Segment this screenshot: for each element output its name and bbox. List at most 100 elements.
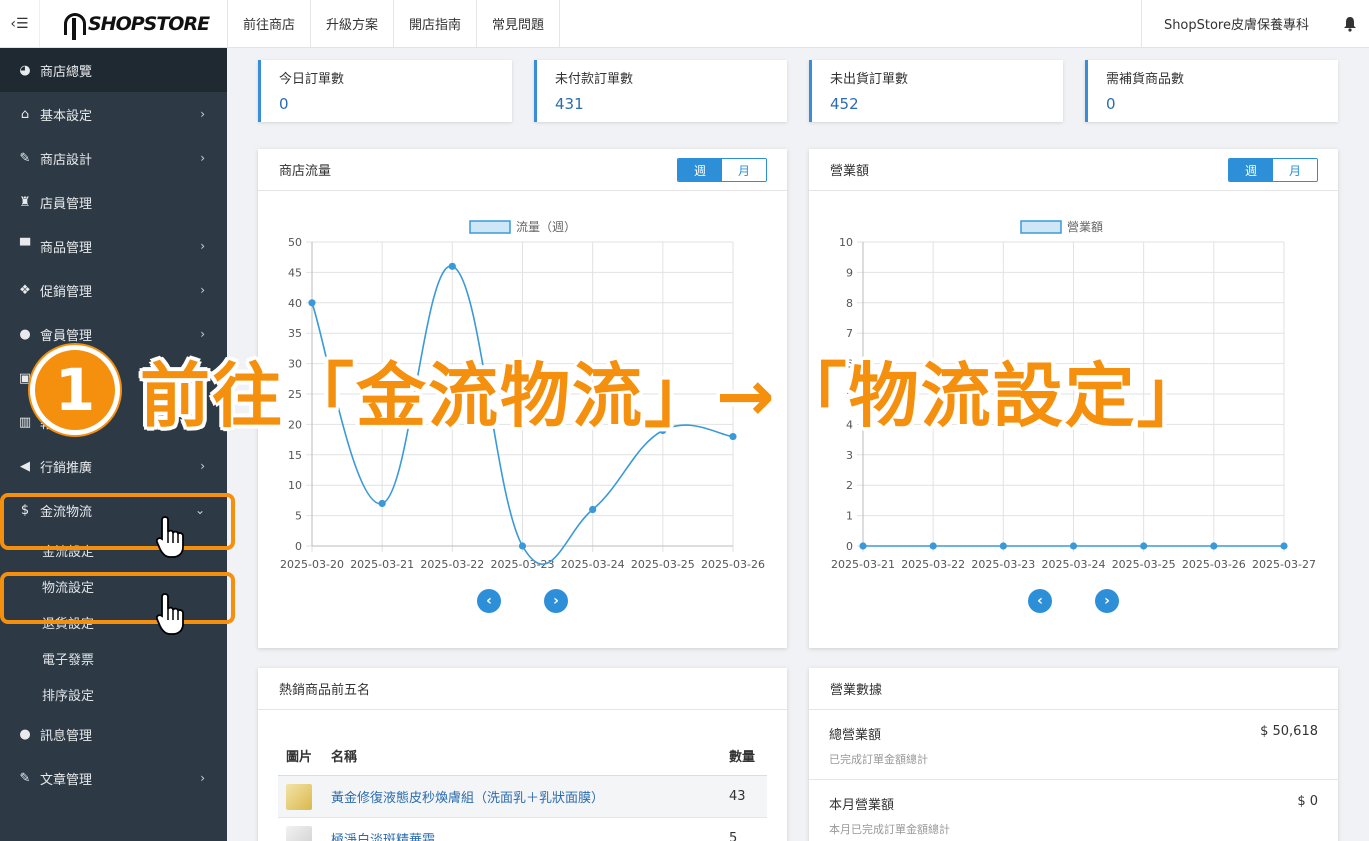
- sales-total-row: 總營業額 已完成訂單金額總計 $ 50,618: [809, 724, 1338, 780]
- x-tick-label: 2025-03-21: [350, 558, 414, 571]
- panel-header: 營業數據: [809, 668, 1338, 710]
- x-tick-label: 2025-03-22: [901, 558, 965, 571]
- sidebar-item-label: 商品管理: [40, 240, 93, 256]
- sidebar-item-9[interactable]: ◀ 行銷推廣 ›: [0, 444, 227, 488]
- sidebar-subitem-3[interactable]: 電子發票: [0, 640, 227, 676]
- y-tick-label: 9: [846, 266, 853, 279]
- product-qty: 5: [729, 831, 738, 841]
- data-point: [1210, 542, 1218, 550]
- y-tick-label: 2: [846, 479, 853, 492]
- sales-row-value: $ 50,618: [1260, 724, 1318, 739]
- chart-next-button[interactable]: ›: [1095, 589, 1119, 613]
- chevron-icon: ›: [200, 107, 205, 121]
- period-month-button[interactable]: 月: [722, 159, 766, 181]
- y-tick-label: 5: [295, 510, 302, 523]
- data-point: [518, 542, 527, 550]
- bell-icon[interactable]: [1331, 16, 1369, 32]
- product-thumbnail: [286, 783, 312, 810]
- nav-upgrade-plan[interactable]: 升級方案: [311, 0, 395, 47]
- sidebar-toggle-icon[interactable]: ‹☰: [0, 0, 40, 47]
- sidebar-item-2[interactable]: ✎ 商店設計 ›: [0, 136, 227, 180]
- chevron-icon: ›: [200, 151, 205, 165]
- nav-guide[interactable]: 開店指南: [394, 0, 478, 47]
- nav-faq[interactable]: 常見問題: [477, 0, 561, 47]
- x-tick-label: 2025-03-26: [1182, 558, 1246, 571]
- stat-restock-products[interactable]: 需補貨商品數 0: [1085, 60, 1338, 122]
- cart-icon: ▀: [20, 238, 30, 254]
- y-tick-label: 40: [288, 297, 302, 310]
- sidebar-item-1[interactable]: ⌂ 基本設定 ›: [0, 92, 227, 136]
- x-tick-label: 2025-03-25: [631, 558, 695, 571]
- nav-go-store[interactable]: 前往商店: [228, 0, 312, 47]
- table-row: 極淨白淡斑精華霜 5: [278, 818, 767, 841]
- sidebar-item-label: 店員管理: [40, 196, 93, 212]
- period-month-button[interactable]: 月: [1273, 159, 1317, 181]
- stat-value: 431: [555, 95, 584, 113]
- sidebar-subitem-4[interactable]: 排序設定: [0, 676, 227, 712]
- data-point: [1280, 542, 1288, 550]
- y-tick-label: 1: [846, 510, 853, 523]
- sidebar-item-3[interactable]: ♜ 店員管理: [0, 180, 227, 224]
- x-tick-label: 2025-03-21: [831, 558, 895, 571]
- store-name[interactable]: ShopStore皮膚保養專科: [1140, 0, 1331, 48]
- bank-icon: ⌂: [20, 106, 30, 122]
- x-tick-label: 2025-03-22: [420, 558, 484, 571]
- sidebar-item-bottom-1[interactable]: ✎ 文章管理 ›: [0, 756, 227, 800]
- legend-label: 營業額: [1067, 220, 1103, 234]
- data-point: [929, 542, 937, 550]
- panel-title: 商店流量: [279, 164, 332, 179]
- data-point: [378, 499, 386, 508]
- period-week-button[interactable]: 週: [678, 159, 722, 181]
- sidebar-item-label: 商店總覽: [40, 64, 93, 80]
- y-tick-label: 0: [846, 540, 853, 553]
- data-point: [308, 299, 316, 307]
- chart-prev-button[interactable]: ‹: [477, 589, 501, 613]
- stat-unpaid-orders[interactable]: 未付款訂單數 431: [534, 60, 787, 122]
- stat-today-orders[interactable]: 今日訂單數 0: [258, 60, 512, 122]
- top-products-panel: 熱銷商品前五名 圖片 名稱 數量 黃金修復液態皮秒煥膚組（洗面乳＋乳狀面膜） 4…: [258, 668, 787, 841]
- stat-label: 未付款訂單數: [555, 72, 634, 87]
- table-header: 圖片 名稱 數量: [278, 736, 767, 776]
- legend-label: 流量（週）: [516, 220, 576, 234]
- highlight-logistics-settings: [0, 572, 235, 624]
- sales-row-subtitle: 本月已完成訂單金額總計: [829, 823, 950, 836]
- chart-next-button[interactable]: ›: [544, 589, 568, 613]
- logo[interactable]: SHOPSTORE: [40, 0, 228, 47]
- chevron-icon: ›: [200, 283, 205, 297]
- product-name-link[interactable]: 極淨白淡斑精華霜: [331, 829, 729, 841]
- stat-label: 需補貨商品數: [1106, 72, 1185, 87]
- sales-row-title: 本月營業額: [829, 798, 895, 813]
- sidebar-item-0[interactable]: ◕ 商店總覽: [0, 48, 227, 92]
- chart-prev-button[interactable]: ‹: [1028, 589, 1052, 613]
- stat-unshipped-orders[interactable]: 未出貨訂單數 452: [809, 60, 1063, 122]
- chevron-icon: ›: [200, 771, 205, 785]
- product-thumbnail: [286, 825, 312, 841]
- y-tick-label: 8: [846, 297, 853, 310]
- top-nav: 前往商店 升級方案 開店指南 常見問題: [228, 0, 561, 47]
- panel-header: 營業額 週 月: [809, 149, 1338, 191]
- col-name: 名稱: [331, 750, 358, 765]
- instruction-annotation: 1 前往「金流物流」→「物流設定」: [30, 340, 1209, 440]
- data-point: [448, 262, 456, 270]
- logo-text: SHOPSTORE: [88, 12, 210, 35]
- stat-label: 今日訂單數: [279, 72, 345, 87]
- table-row: 黃金修復液態皮秒煥膚組（洗面乳＋乳狀面膜） 43: [278, 776, 767, 818]
- sidebar-item-bottom-0[interactable]: ● 訊息管理: [0, 712, 227, 756]
- stat-value: 0: [279, 95, 289, 113]
- wand-icon: ✎: [19, 150, 31, 166]
- period-toggle: 週 月: [1228, 158, 1318, 182]
- instruction-text: 前往「金流物流」→「物流設定」: [140, 354, 1209, 437]
- legend-swatch: [1020, 220, 1062, 234]
- sidebar-item-5[interactable]: ❖ 促銷管理 ›: [0, 268, 227, 312]
- product-name-link[interactable]: 黃金修復液態皮秒煥膚組（洗面乳＋乳狀面膜）: [331, 787, 729, 806]
- y-tick-label: 3: [846, 449, 853, 462]
- gift-icon: ❖: [19, 282, 31, 298]
- hand-cursor-icon: [156, 516, 184, 558]
- panel-header: 熱銷商品前五名: [258, 668, 787, 710]
- sidebar-item-label: 基本設定: [40, 108, 93, 124]
- chevron-icon: ›: [200, 459, 205, 473]
- sidebar-item-label: 文章管理: [40, 772, 93, 788]
- period-week-button[interactable]: 週: [1229, 159, 1273, 181]
- col-image: 圖片: [286, 750, 313, 765]
- sidebar-item-4[interactable]: ▀ 商品管理 ›: [0, 224, 227, 268]
